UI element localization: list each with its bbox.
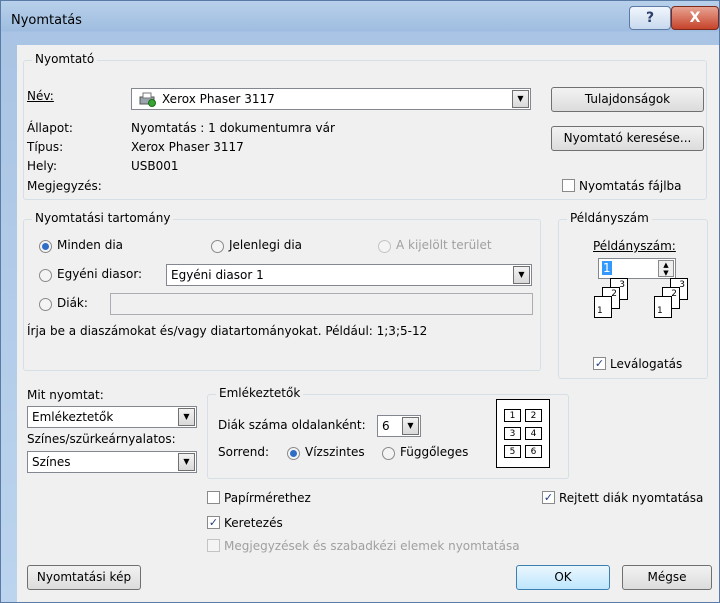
order-vertical-radio[interactable] — [382, 447, 395, 460]
hidden-slides-label[interactable]: Rejtett diák nyomtatása — [559, 491, 703, 505]
print-what-select[interactable]: Emlékeztetők ▼ — [27, 406, 197, 428]
custom-show-label[interactable]: Egyéni diasor: — [57, 267, 142, 281]
copies-legend: Példányszám — [567, 211, 652, 225]
color-value: Színes — [32, 455, 71, 469]
order-horizontal-label[interactable]: Vízszintes — [305, 445, 365, 459]
printer-where-label: Hely: — [27, 159, 58, 173]
print-to-file-label[interactable]: Nyomtatás fájlba — [579, 179, 682, 193]
slides-per-page-value: 6 — [382, 419, 390, 433]
comments-checkbox — [207, 539, 220, 552]
preview-slot: 6 — [525, 445, 542, 458]
cancel-button[interactable]: Mégse — [622, 565, 712, 590]
copies-spinner[interactable]: 1 ▲ ▼ — [598, 258, 676, 279]
close-button[interactable]: X — [671, 6, 719, 30]
print-what-value: Emlékeztetők — [32, 410, 114, 424]
ok-button[interactable]: OK — [516, 565, 610, 590]
help-button[interactable]: ? — [629, 6, 671, 30]
handout-layout-preview: 1 2 3 4 5 6 — [496, 399, 550, 468]
order-label: Sorrend: — [218, 445, 269, 459]
printer-where-value: USB001 — [131, 159, 179, 173]
collate-page: 1 — [654, 296, 672, 318]
printer-group-legend: Nyomtató — [32, 52, 98, 66]
slides-label[interactable]: Diák: — [57, 296, 88, 310]
current-slide-radio[interactable] — [211, 240, 224, 253]
slides-per-page-label: Diák száma oldalanként: — [218, 418, 366, 432]
print-to-file-checkbox[interactable] — [562, 179, 575, 192]
chevron-down-icon[interactable]: ▼ — [178, 453, 195, 471]
printer-type-label: Típus: — [27, 140, 64, 154]
preview-slot: 3 — [504, 427, 521, 440]
spinner-arrows-icon[interactable]: ▲ ▼ — [658, 260, 674, 277]
printer-name-value: Xerox Phaser 3117 — [162, 92, 275, 106]
slides-hint: Írja be a diaszámokat és/vagy diatartomá… — [27, 324, 428, 338]
copies-label: Példányszám: — [593, 239, 676, 253]
printer-icon — [138, 92, 156, 110]
title-bar[interactable]: Nyomtatás ? X — [1, 1, 719, 41]
scale-to-fit-checkbox[interactable] — [207, 491, 220, 504]
chevron-down-icon[interactable]: ▼ — [402, 417, 419, 435]
chevron-down-icon[interactable]: ▼ — [513, 266, 530, 284]
comments-label: Megjegyzések és szabadkézi elemek nyomta… — [224, 539, 520, 553]
all-slides-label[interactable]: Minden dia — [57, 238, 123, 252]
color-label: Színes/szürkeárnyalatos: — [27, 432, 176, 446]
hidden-slides-checkbox[interactable]: ✓ — [542, 491, 555, 504]
custom-show-value: Egyéni diasor 1 — [171, 268, 264, 282]
custom-show-select[interactable]: Egyéni diasor 1 ▼ — [166, 264, 532, 286]
properties-button[interactable]: Tulajdonságok — [551, 87, 704, 112]
preview-slot: 2 — [525, 409, 542, 422]
preview-slot: 5 — [504, 445, 521, 458]
printer-comment-label: Megjegyzés: — [27, 179, 102, 193]
collate-label[interactable]: Leválogatás — [610, 357, 682, 371]
frame-slides-checkbox[interactable]: ✓ — [207, 516, 220, 529]
find-printer-button[interactable]: Nyomtató keresése... — [551, 126, 704, 151]
dialog-title: Nyomtatás — [11, 13, 82, 28]
print-preview-button[interactable]: Nyomtatási kép — [27, 565, 141, 590]
slides-per-page-select[interactable]: 6 ▼ — [377, 415, 421, 437]
current-slide-label[interactable]: Jelenlegi dia — [229, 238, 302, 252]
printer-status-label: Állapot: — [27, 121, 73, 135]
order-vertical-label[interactable]: Függőleges — [400, 445, 468, 459]
dialog-body: Nyomtató Név: Xerox Phaser 3117 ▼ Tulajd… — [17, 45, 719, 602]
preview-slot: 4 — [525, 427, 542, 440]
printer-status-value: Nyomtatás : 1 dokumentumra vár — [131, 121, 335, 135]
collate-page: 1 — [594, 296, 612, 318]
scale-to-fit-label[interactable]: Papírmérethez — [224, 491, 311, 505]
chevron-down-icon[interactable]: ▼ — [178, 408, 195, 426]
preview-slot: 1 — [504, 409, 521, 422]
slides-input[interactable] — [110, 293, 533, 315]
copies-value: 1 — [602, 261, 612, 275]
chevron-down-icon[interactable]: ▼ — [512, 90, 529, 108]
collate-checkbox[interactable]: ✓ — [593, 357, 606, 370]
selection-radio — [378, 240, 391, 253]
handouts-legend: Emlékeztetők — [216, 386, 304, 400]
selection-label: A kijelölt terület — [396, 238, 492, 252]
printer-type-value: Xerox Phaser 3117 — [131, 140, 244, 154]
custom-show-radio[interactable] — [39, 269, 52, 282]
print-what-label: Mit nyomtat: — [27, 388, 104, 402]
printer-name-select[interactable]: Xerox Phaser 3117 ▼ — [131, 88, 531, 110]
slides-radio[interactable] — [39, 298, 52, 311]
all-slides-radio[interactable] — [39, 240, 52, 253]
print-range-legend: Nyomtatási tartomány — [32, 211, 174, 225]
order-horizontal-radio[interactable] — [287, 447, 300, 460]
frame-slides-label[interactable]: Keretezés — [224, 516, 283, 530]
printer-name-label: Név: — [27, 89, 54, 103]
color-select[interactable]: Színes ▼ — [27, 451, 197, 473]
print-dialog: Nyomtatás ? X Nyomtató Név: Xerox Phaser… — [0, 0, 720, 603]
